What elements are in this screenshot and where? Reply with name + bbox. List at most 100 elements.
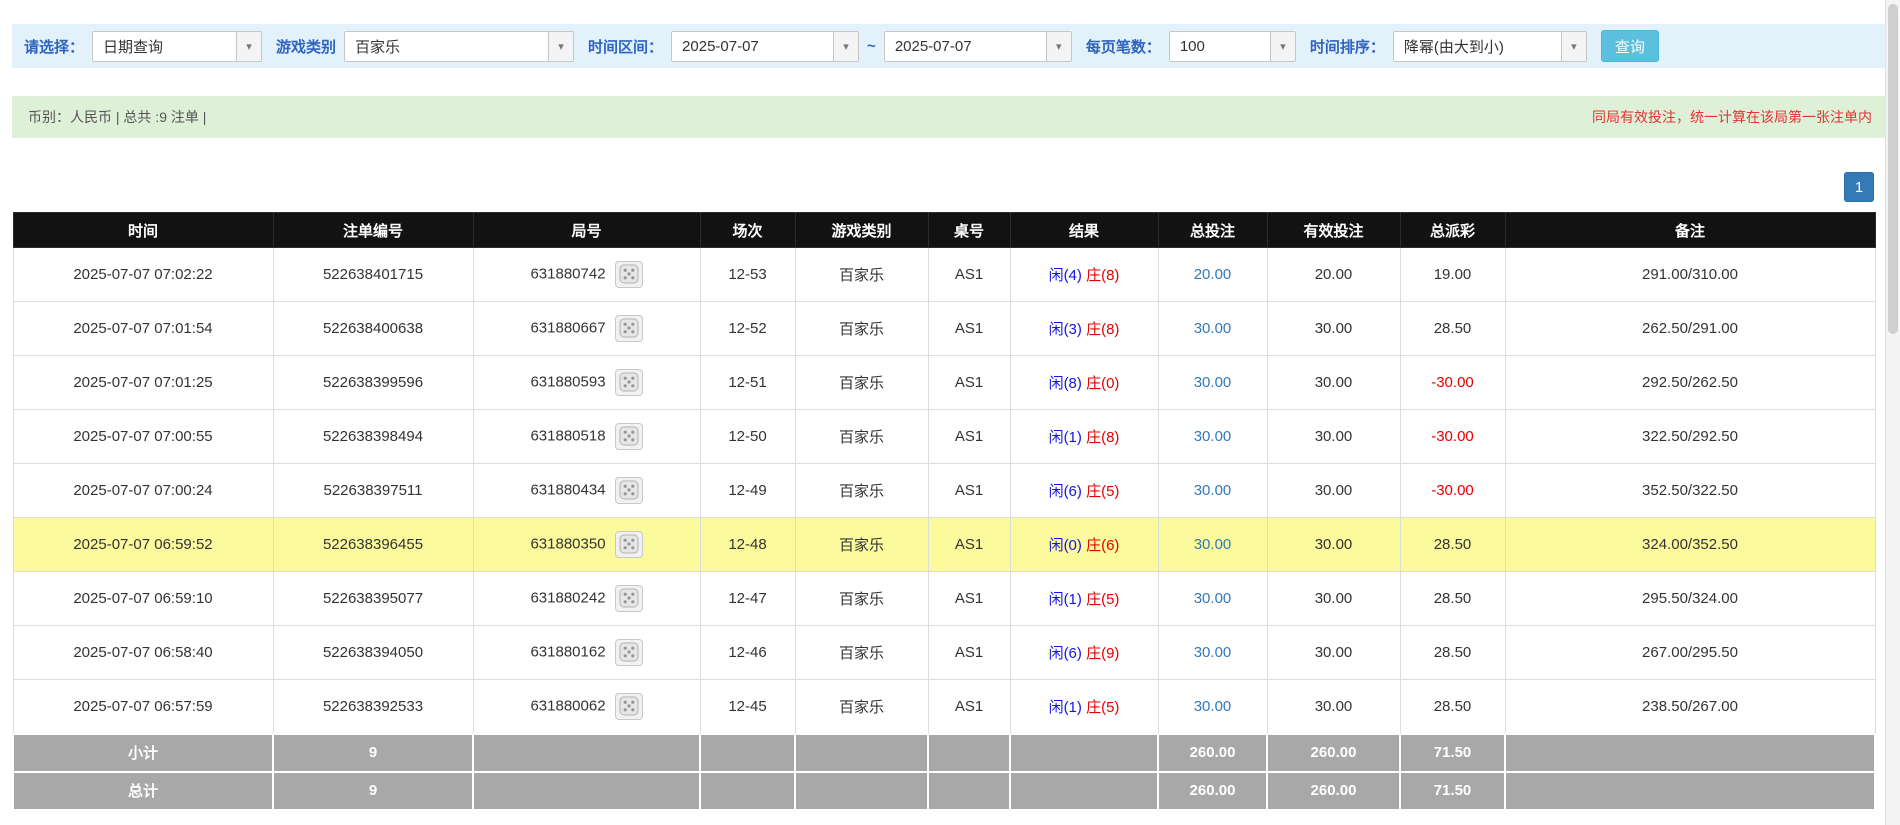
cell-game: 百家乐 — [794, 517, 929, 572]
game-replay-icon[interactable] — [614, 531, 643, 558]
cell-result: 闲(1) 庄(5) — [1009, 679, 1159, 734]
date-from-select[interactable]: 2025-07-07 ▾ — [671, 30, 860, 62]
round-id-text: 631880667 — [530, 319, 606, 337]
page-1-button[interactable]: 1 — [1844, 172, 1874, 202]
table-row: 2025-07-07 07:01:54 522638400638 631880667… — [12, 301, 1876, 356]
result-player: 闲(1) — [1048, 591, 1082, 608]
cell-note: 295.50/324.00 — [1504, 571, 1876, 626]
table-header-row: 时间 注单编号 局号 场次 游戏类别 桌号 结果 总投注 有效投注 总派彩 备注 — [12, 212, 1876, 248]
cell-total-bet[interactable]: 30.00 — [1157, 679, 1268, 734]
cell-time: 2025-07-07 07:00:24 — [12, 463, 274, 518]
cell-note: 267.00/295.50 — [1504, 625, 1876, 680]
result-banker: 庄(8) — [1086, 321, 1120, 338]
footer-empty — [1504, 732, 1876, 773]
footer-count: 9 — [272, 770, 474, 811]
date-from-value: 2025-07-07 — [682, 37, 759, 55]
game-category-select[interactable]: 百家乐 ▾ — [344, 30, 575, 62]
footer-empty — [1009, 732, 1159, 773]
cell-total-bet[interactable]: 30.00 — [1157, 301, 1268, 356]
cell-valid-bet: 30.00 — [1266, 571, 1401, 626]
scrollbar-thumb[interactable] — [1888, 4, 1898, 334]
chevron-down-icon[interactable]: ▾ — [236, 31, 262, 61]
game-replay-icon[interactable] — [614, 477, 643, 504]
game-replay-icon[interactable] — [614, 315, 643, 342]
page-size-value: 100 — [1179, 37, 1205, 55]
cell-game: 百家乐 — [794, 625, 929, 680]
cell-result: 闲(4) 庄(8) — [1009, 247, 1159, 302]
cell-total-bet[interactable]: 30.00 — [1157, 625, 1268, 680]
currency-total-text: 币别：人民币 | 总共 :9 注单 | — [28, 109, 207, 125]
column-header: 有效投注 — [1266, 212, 1401, 248]
cell-session: 12-50 — [699, 409, 796, 464]
cell-round-id: 631880242 — [472, 571, 701, 626]
game-replay-icon[interactable] — [614, 261, 643, 288]
cell-total-bet[interactable]: 30.00 — [1157, 355, 1268, 410]
game-category-label: 游戏类别 — [276, 38, 337, 56]
cell-total-bet[interactable]: 20.00 — [1157, 247, 1268, 302]
sort-select[interactable]: 降幂(由大到小) ▾ — [1392, 30, 1587, 62]
table-row: 2025-07-07 07:02:22 522638401715 631880742… — [12, 247, 1876, 302]
pagination: 1 — [12, 172, 1874, 202]
chevron-down-icon[interactable]: ▾ — [1560, 31, 1586, 61]
game-replay-icon[interactable] — [614, 639, 643, 666]
round-id-text: 631880162 — [530, 643, 606, 661]
cell-session: 12-53 — [699, 247, 796, 302]
result-player: 闲(1) — [1048, 698, 1082, 716]
chevron-down-icon[interactable]: ▾ — [1045, 31, 1071, 61]
cell-table-no: AS1 — [927, 625, 1011, 680]
bet-records-table: 时间 注单编号 局号 场次 游戏类别 桌号 结果 总投注 有效投注 总派彩 备注 2025-07-0… — [12, 212, 1876, 811]
date-to-select[interactable]: 2025-07-07 ▾ — [883, 30, 1072, 62]
tilde-separator: ~ — [867, 37, 876, 55]
cell-table-no: AS1 — [927, 463, 1011, 518]
round-id-text: 631880742 — [530, 265, 606, 283]
cell-note: 352.50/322.50 — [1504, 463, 1876, 518]
cell-total-bet[interactable]: 30.00 — [1157, 463, 1268, 518]
cell-time: 2025-07-07 06:58:40 — [12, 625, 274, 680]
footer-valid-bet: 260.00 — [1266, 732, 1401, 773]
round-id-text: 631880518 — [530, 427, 606, 445]
result-banker: 庄(8) — [1086, 267, 1120, 284]
cell-total-bet[interactable]: 30.00 — [1157, 409, 1268, 464]
game-replay-icon[interactable] — [614, 369, 643, 396]
cell-result: 闲(1) 庄(8) — [1009, 409, 1159, 464]
cell-time: 2025-07-07 06:59:10 — [12, 571, 274, 626]
chevron-down-icon[interactable]: ▾ — [833, 31, 859, 61]
footer-payout: 71.50 — [1399, 770, 1506, 811]
scrollbar[interactable] — [1885, 0, 1900, 825]
cell-game: 百家乐 — [794, 355, 929, 410]
cell-payout: 28.50 — [1399, 625, 1506, 680]
table-row: 2025-07-07 06:58:40 522638394050 631880162… — [12, 625, 1876, 680]
cell-round-id: 631880667 — [472, 301, 701, 356]
cell-total-bet[interactable]: 30.00 — [1157, 571, 1268, 626]
table-row: 2025-07-07 07:00:55 522638398494 631880518… — [12, 409, 1876, 464]
cell-round-id: 631880062 — [472, 679, 701, 734]
cell-time: 2025-07-07 07:02:22 — [12, 247, 274, 302]
query-type-select[interactable]: 日期查询 ▾ — [92, 30, 263, 62]
game-replay-icon[interactable] — [614, 423, 643, 450]
cell-payout: -30.00 — [1399, 463, 1506, 518]
cell-result: 闲(0) 庄(6) — [1009, 517, 1159, 572]
cell-payout: 28.50 — [1399, 301, 1506, 356]
column-header: 备注 — [1504, 212, 1876, 248]
cell-valid-bet: 30.00 — [1266, 463, 1401, 518]
result-banker: 庄(9) — [1086, 645, 1120, 662]
result-banker: 庄(8) — [1086, 429, 1120, 446]
result-banker: 庄(6) — [1086, 537, 1120, 554]
cell-session: 12-49 — [699, 463, 796, 518]
cell-payout: -30.00 — [1399, 355, 1506, 410]
cell-bet-id: 522638395077 — [272, 571, 474, 626]
cell-bet-id: 522638392533 — [272, 679, 474, 734]
chevron-down-icon[interactable]: ▾ — [548, 31, 574, 61]
cell-game: 百家乐 — [794, 409, 929, 464]
footer-empty — [1009, 770, 1159, 811]
page-size-select[interactable]: 100 ▾ — [1168, 30, 1296, 62]
game-replay-icon[interactable] — [614, 692, 643, 720]
chevron-down-icon[interactable]: ▾ — [1269, 31, 1295, 61]
cell-total-bet[interactable]: 30.00 — [1157, 517, 1268, 572]
select-label: 请选择： — [24, 38, 85, 56]
game-replay-icon[interactable] — [614, 585, 643, 612]
result-banker: 庄(5) — [1086, 698, 1120, 716]
search-button[interactable]: 查询 — [1600, 30, 1659, 62]
column-header: 游戏类别 — [794, 212, 929, 248]
footer-payout: 71.50 — [1399, 732, 1506, 773]
